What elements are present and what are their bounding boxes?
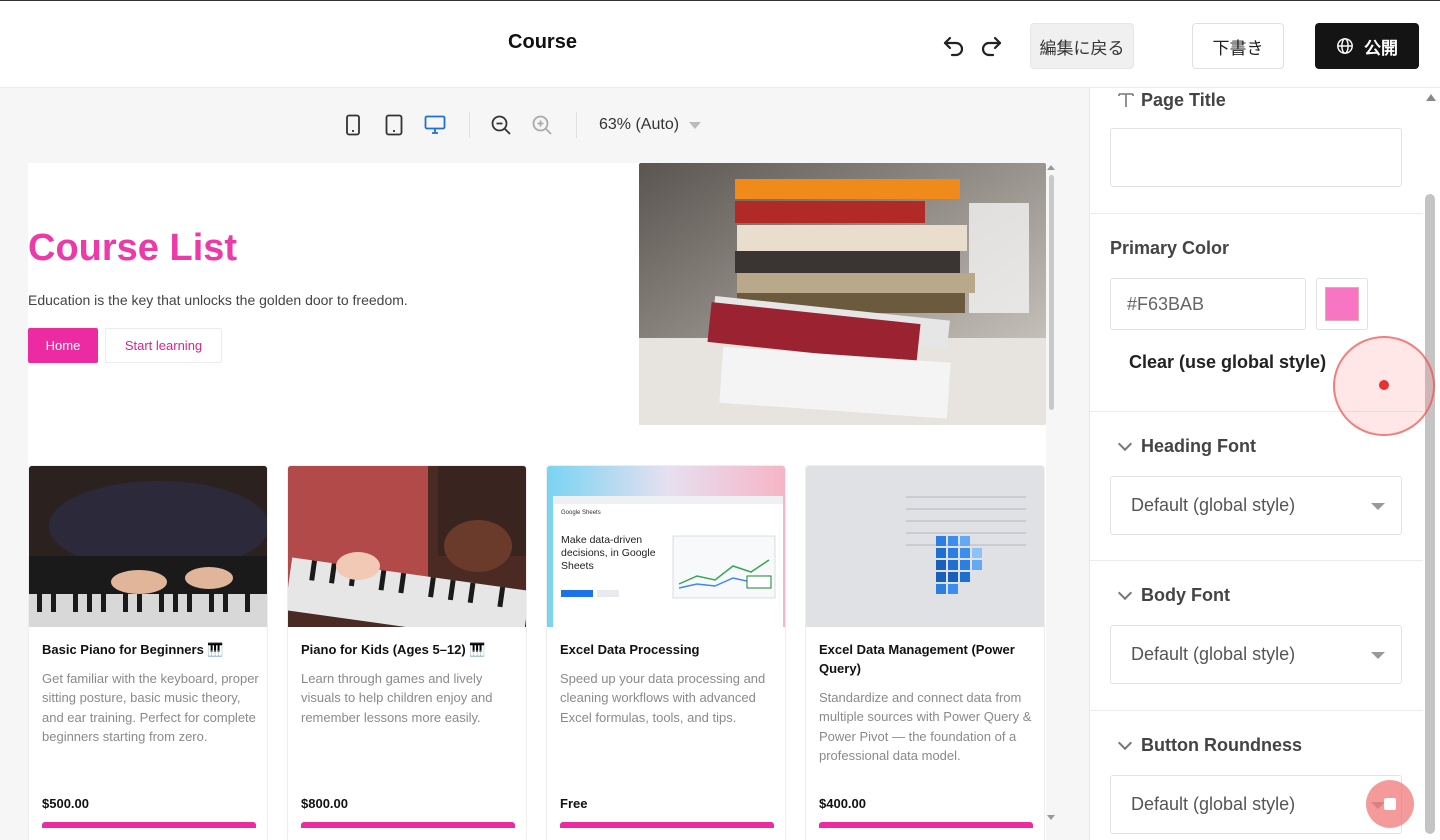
publish-label: 公開 [1364, 38, 1398, 58]
clear-color-button[interactable]: Clear (use global style) [1129, 352, 1326, 373]
sheets-headline: Make data-driven decisions, in Google Sh… [561, 534, 656, 572]
scrollbar-thumb[interactable] [1425, 194, 1435, 834]
desktop-icon [424, 115, 446, 134]
button-roundness-label[interactable]: Button Roundness [1141, 735, 1302, 756]
body-font-value: Default (global style) [1131, 644, 1296, 664]
page-title-input[interactable] [1110, 128, 1402, 187]
course-price: $400.00 [819, 796, 866, 811]
mobile-icon [346, 114, 360, 136]
scroll-up-arrow-icon[interactable] [1047, 165, 1055, 170]
body-font-select[interactable]: Default (global style) [1110, 625, 1402, 684]
tablet-icon [385, 114, 403, 136]
stop-icon [1384, 798, 1396, 810]
zoom-out-button[interactable] [488, 112, 514, 138]
heading-font-select[interactable]: Default (global style) [1110, 476, 1402, 535]
course-card[interactable]: Excel Data Management (Power Query) Stan… [805, 465, 1045, 840]
course-image-sheets: Google Sheets Make data-driven decisions… [547, 466, 785, 627]
course-card[interactable]: Google Sheets Make data-driven decisions… [546, 465, 786, 840]
divider [1090, 710, 1423, 711]
course-image-kids-piano [288, 466, 526, 627]
chevron-down-icon [1371, 503, 1385, 510]
top-header: Course 編集に戻る 下書き 公開 [0, 0, 1440, 88]
zoom-out-icon [491, 115, 511, 135]
course-title: Piano for Kids (Ages 5–12) 🎹 [301, 642, 486, 657]
body-font-label[interactable]: Body Font [1141, 585, 1230, 606]
zoom-in-button[interactable] [529, 112, 555, 138]
draft-button[interactable]: 下書き [1192, 23, 1284, 69]
hero-title: Course List [28, 227, 238, 269]
undo-button[interactable] [940, 31, 968, 59]
panel-scrollbar[interactable] [1422, 88, 1440, 840]
chevron-down-icon [1371, 652, 1385, 659]
primary-color-label: Primary Color [1110, 238, 1230, 258]
course-button[interactable] [560, 822, 774, 828]
toolbar-divider [469, 112, 470, 138]
redo-button[interactable] [977, 31, 1005, 59]
course-button[interactable] [42, 822, 256, 828]
start-learning-button[interactable]: Start learning [105, 328, 222, 363]
course-image-data-screen [806, 466, 1044, 627]
course-price: Free [560, 796, 588, 811]
chevron-down-icon [689, 121, 702, 129]
desktop-view-button[interactable] [422, 112, 448, 138]
divider [1090, 560, 1423, 561]
course-description: Speed up your data processing and cleani… [560, 671, 766, 725]
zoom-select[interactable]: 63% (Auto) [599, 116, 679, 134]
sheets-logo: Google Sheets [561, 510, 601, 516]
chevron-down-icon[interactable] [1117, 735, 1133, 751]
settings-panel: Page Title Primary Color #F63BAB Clear (… [1089, 88, 1440, 840]
scroll-up-arrow-icon[interactable] [1426, 94, 1436, 101]
scrollbar-thumb[interactable] [1049, 175, 1054, 410]
globe-icon [1337, 38, 1353, 54]
course-title: Excel Data Management (Power Query) [819, 642, 1015, 676]
redo-icon [981, 36, 1002, 57]
button-roundness-value: Default (global style) [1131, 794, 1296, 814]
publish-button[interactable]: 公開 [1315, 23, 1419, 69]
scroll-down-arrow-icon[interactable] [1047, 815, 1055, 820]
zoom-in-icon [532, 115, 552, 135]
hero-subtitle: Education is the key that unlocks the go… [28, 292, 408, 308]
mobile-view-button[interactable] [340, 112, 366, 138]
heading-font-label[interactable]: Heading Font [1141, 436, 1256, 457]
course-card[interactable]: Basic Piano for Beginners 🎹 Get familiar… [28, 465, 268, 840]
course-description: Standardize and connect data from multip… [819, 690, 1032, 764]
canvas-scrollbar[interactable] [1047, 163, 1055, 840]
divider [1090, 213, 1423, 214]
course-title: Basic Piano for Beginners 🎹 [42, 642, 224, 657]
course-title: Excel Data Processing [560, 642, 700, 657]
back-to-edit-button[interactable]: 編集に戻る [1030, 23, 1134, 69]
preview-toolbar: 63% (Auto) [340, 108, 702, 142]
page-title-label: Page Title [1141, 90, 1226, 110]
course-card[interactable]: Piano for Kids (Ages 5–12) 🎹 Learn throu… [287, 465, 527, 840]
course-cards: Basic Piano for Beginners 🎹 Get familiar… [28, 465, 1046, 840]
page-preview: Course List Education is the key that un… [28, 163, 1046, 840]
course-button[interactable] [301, 822, 515, 828]
chevron-down-icon[interactable] [1117, 585, 1133, 601]
heading-font-value: Default (global style) [1131, 495, 1296, 515]
course-description: Learn through games and lively visuals t… [301, 671, 493, 725]
tablet-view-button[interactable] [381, 112, 407, 138]
chat-widget-button[interactable] [1366, 780, 1414, 828]
home-button[interactable]: Home [28, 328, 98, 363]
color-swatch-button[interactable] [1316, 278, 1368, 330]
text-icon [1118, 93, 1134, 107]
chevron-down-icon[interactable] [1117, 436, 1133, 452]
course-button[interactable] [819, 822, 1033, 828]
toolbar-divider [576, 112, 577, 138]
primary-color-input[interactable]: #F63BAB [1110, 278, 1306, 330]
course-price: $800.00 [301, 796, 348, 811]
button-roundness-select[interactable]: Default (global style) [1110, 775, 1402, 834]
course-image-piano [29, 466, 267, 627]
color-swatch [1325, 287, 1359, 321]
page-title: Course [508, 31, 577, 53]
hero-image-books [639, 163, 1046, 425]
undo-icon [943, 36, 964, 57]
canvas-area: 63% (Auto) Course List Education is the … [0, 88, 1089, 840]
course-description: Get familiar with the keyboard, proper s… [42, 671, 259, 745]
course-price: $500.00 [42, 796, 89, 811]
cursor-dot [1379, 380, 1389, 390]
